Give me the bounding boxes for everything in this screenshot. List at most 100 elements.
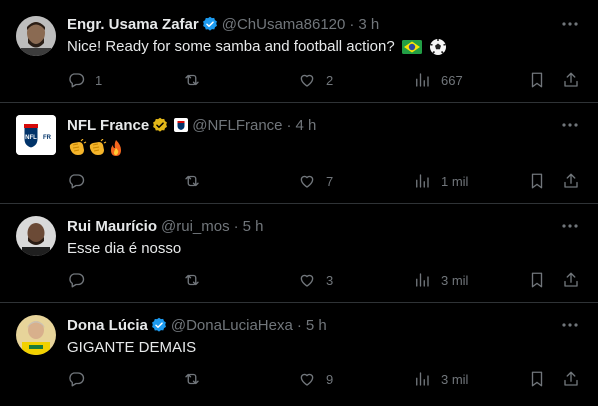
like-count: 2 (326, 72, 334, 88)
repost-icon (185, 274, 199, 286)
bookmark-button[interactable] (528, 369, 546, 389)
views-button[interactable]: 1 mil (413, 171, 468, 191)
like-button[interactable]: 3 (298, 270, 333, 290)
tweet-text (67, 138, 125, 157)
separator-dot: · (233, 217, 239, 235)
repost-icon (185, 373, 199, 385)
repost-icon (185, 175, 199, 187)
share-button[interactable] (562, 70, 580, 90)
reply-count: 1 (95, 72, 103, 88)
avatar[interactable]: NFL FR (16, 115, 56, 155)
views-chart-icon (416, 73, 429, 87)
view-count: 3 mil (441, 371, 469, 387)
views-button[interactable]: 667 (413, 70, 463, 90)
share-icon (564, 173, 578, 188)
verified-badge-icon[interactable] (151, 317, 167, 333)
bookmark-button[interactable] (528, 171, 546, 191)
reply-button[interactable] (67, 171, 95, 191)
handle[interactable]: @ChUsama86120 (222, 16, 346, 33)
display-name[interactable]: NFL France (67, 117, 149, 134)
brazil-flag-icon (401, 40, 422, 55)
avatar-photo (16, 16, 56, 56)
soccer-ball-icon (430, 39, 447, 56)
tweet-2[interactable]: NFL FR NFL France @NFLFrance · 4 h 7 1 m… (0, 103, 598, 204)
share-icon (564, 72, 578, 87)
view-count: 667 (441, 72, 463, 88)
handle[interactable]: @DonaLuciaHexa (171, 317, 293, 334)
like-count: 3 (326, 272, 334, 288)
bookmark-icon (531, 173, 543, 189)
share-button[interactable] (562, 270, 580, 290)
like-button[interactable]: 2 (298, 70, 333, 90)
reply-icon (69, 372, 85, 387)
tweet-4[interactable]: Dona Lúcia @DonaLuciaHexa · 5 h GIGANTE … (0, 303, 598, 406)
reply-icon (69, 73, 85, 88)
repost-button[interactable] (183, 369, 211, 389)
like-button[interactable]: 9 (298, 369, 333, 389)
share-button[interactable] (562, 171, 580, 191)
handle[interactable]: @NFLFrance (192, 117, 282, 134)
tweet-1[interactable]: Engr. Usama Zafar @ChUsama86120 · 3 h Ni… (0, 0, 598, 103)
more-options-icon[interactable] (558, 316, 582, 334)
repost-icon (185, 74, 199, 86)
views-button[interactable]: 3 mil (413, 270, 468, 290)
share-icon (564, 272, 578, 287)
clapping-hands-icon (89, 138, 107, 156)
reply-button[interactable] (67, 270, 95, 290)
display-name[interactable]: Rui Maurício (67, 218, 157, 235)
heart-icon (300, 175, 314, 188)
affiliate-nfl-badge-icon[interactable] (174, 118, 189, 132)
avatar[interactable] (16, 16, 56, 56)
bookmark-icon (531, 371, 543, 387)
tweet-text: Nice! Ready for some samba and football … (67, 38, 447, 56)
separator-dot: · (286, 116, 292, 134)
timestamp[interactable]: 5 h (243, 218, 264, 235)
reply-button[interactable] (67, 369, 95, 389)
bookmark-button[interactable] (528, 270, 546, 290)
avatar-photo (16, 315, 56, 355)
like-count: 9 (326, 371, 334, 387)
avatar-photo (16, 216, 56, 256)
like-button[interactable]: 7 (298, 171, 333, 191)
repost-button[interactable] (183, 70, 211, 90)
fire-icon (111, 140, 121, 157)
avatar[interactable] (16, 216, 56, 256)
more-options-icon[interactable] (558, 15, 582, 33)
timestamp[interactable]: 5 h (306, 317, 327, 334)
more-options-icon[interactable] (558, 116, 582, 134)
reply-icon (69, 174, 85, 189)
views-button[interactable]: 3 mil (413, 369, 468, 389)
tweet-text: Esse dia é nosso (67, 240, 182, 257)
views-chart-icon (416, 273, 429, 287)
timestamp[interactable]: 3 h (358, 16, 379, 33)
bookmark-button[interactable] (528, 70, 546, 90)
avatar[interactable] (16, 315, 56, 355)
share-button[interactable] (562, 369, 580, 389)
reply-button[interactable]: 1 (67, 70, 102, 90)
views-chart-icon (416, 174, 429, 188)
display-name[interactable]: Engr. Usama Zafar (67, 16, 199, 33)
verified-badge-icon[interactable] (202, 16, 218, 32)
tweet-text-body: Nice! Ready for some samba and football … (67, 38, 395, 55)
tweet-3[interactable]: Rui Maurício @rui_mos · 5 h Esse dia é n… (0, 204, 598, 303)
views-chart-icon (416, 372, 429, 386)
handle[interactable]: @rui_mos (161, 218, 230, 235)
nfl-shield-text: NFL (25, 135, 37, 141)
share-icon (564, 371, 578, 386)
heart-icon (300, 274, 314, 287)
like-count: 7 (326, 173, 334, 189)
view-count: 3 mil (441, 272, 469, 288)
timestamp[interactable]: 4 h (296, 117, 317, 134)
separator-dot: · (296, 316, 302, 334)
verified-gold-badge-icon[interactable] (152, 117, 168, 133)
reply-icon (69, 273, 85, 288)
repost-button[interactable] (183, 171, 211, 191)
heart-icon (300, 373, 314, 386)
separator-dot: · (349, 15, 355, 33)
display-name[interactable]: Dona Lúcia (67, 317, 148, 334)
repost-button[interactable] (183, 270, 211, 290)
nfl-logo-icon: NFL FR (16, 115, 56, 155)
more-options-icon[interactable] (558, 217, 582, 235)
bookmark-icon (531, 72, 543, 88)
svg-text:FR: FR (43, 135, 52, 141)
